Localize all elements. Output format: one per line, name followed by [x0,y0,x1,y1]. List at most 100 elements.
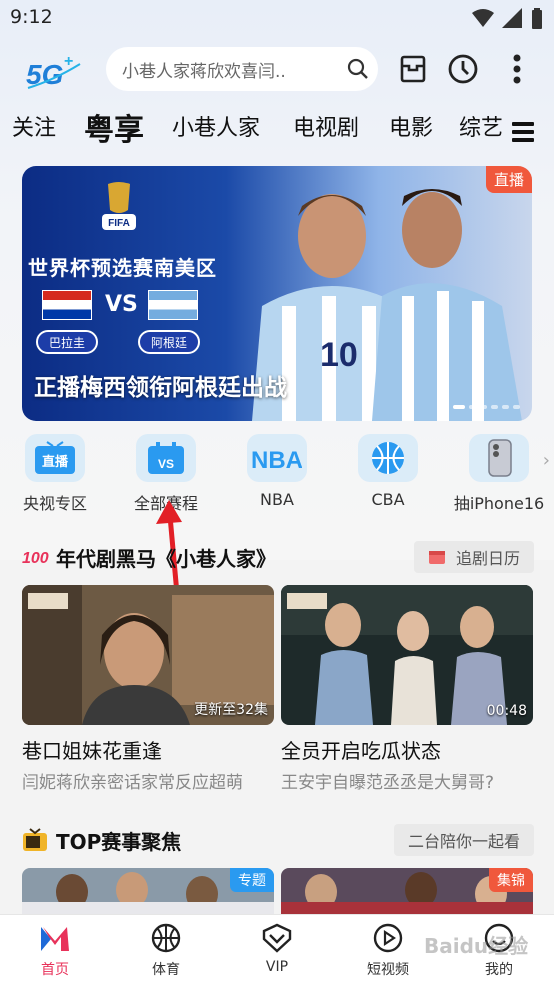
banner-caption: 正播梅西领衔阿根廷出战 [34,375,287,401]
nav-label: 短视频 [367,962,409,978]
section-drama-header: 100 年代剧黑马《小巷人家》 追剧日历 [22,541,534,575]
calendar-icon [428,551,445,564]
video-card[interactable]: 更新至32集 巷口姐妹花重逢 闫妮蒋欣亲密话家常反应超萌 [22,585,274,793]
sports-thumbnail: 专题 [22,868,274,914]
signal-icon [502,8,522,28]
more-vertical-icon[interactable] [500,52,534,86]
carousel-dot [480,405,487,409]
vs-label: VS [105,292,138,317]
chevron-right-icon[interactable]: › [543,450,550,471]
search-bar[interactable]: 小巷人家蒋欣欢喜闫.. [106,47,378,91]
sports-card[interactable]: 专题 [22,868,274,914]
section-sports-header: TOP赛事聚焦 二台陪你一起看 [22,824,534,858]
live-badge: 直播 [485,166,532,193]
svg-text:100: 100 [22,550,49,567]
hundred-points-icon: 100 [22,550,49,567]
history-clock-icon[interactable] [446,52,480,86]
svg-text:10: 10 [320,336,358,374]
tab-xiaoxiangrenjia[interactable]: 小巷人家 [172,110,260,142]
status-time: 9:12 [10,6,53,28]
wifi-icon [472,9,494,27]
nba-icon: NBA [247,434,307,482]
carousel-dot [453,405,465,409]
status-icons [472,8,544,30]
topic-tag: 专题 [230,868,274,892]
drama-calendar-button[interactable]: 追剧日历 [413,541,534,573]
event-title: 世界杯预选赛南美区 [28,256,217,280]
tv-live-icon: 直播 [25,434,85,482]
episode-count: 更新至32集 [194,702,268,718]
search-icon[interactable] [338,58,378,80]
header: 5G + 小巷人家蒋欣欢喜闫.. [0,42,554,96]
carousel-dot [491,405,498,409]
tab-yuexiang[interactable]: 粤享 [84,105,144,149]
tab-tv-series[interactable]: 电视剧 [293,110,359,142]
quick-entry-row: 直播 央视专区 VS 全部赛程 NBA NBA CBA 抽iPhone16 › [0,434,554,514]
nav-label: 首页 [41,962,69,978]
video-duration: 00:48 [486,703,527,719]
tab-menu-icon[interactable] [512,122,534,146]
section-title: 年代剧黑马《小巷人家》 [56,547,276,571]
carousel-dot [502,405,509,409]
team-a-pill: 巴拉圭 [36,330,98,354]
watch-together-button[interactable]: 二台陪你一起看 [393,824,534,856]
quick-entry-label: 抽iPhone16 [453,494,545,513]
carousel-indicator [453,405,520,409]
nav-sports[interactable]: 体育 [126,923,206,979]
sports-card[interactable]: 集锦 [281,868,533,914]
nav-label: 我的 [485,962,513,978]
section-title: TOP赛事聚焦 [56,830,182,854]
video-thumbnail: 更新至32集 [22,585,274,725]
video-thumbnail: 00:48 [281,585,533,725]
nav-short-video[interactable]: 短视频 [348,923,428,979]
flag-paraguay [42,290,92,320]
highlights-tag: 集锦 [489,868,533,892]
quick-entry-label: 央视专区 [22,494,87,513]
svg-text:FIFA: FIFA [108,218,130,229]
inbox-icon[interactable] [396,52,430,86]
svg-text:VS: VS [158,457,174,471]
tab-variety[interactable]: 综艺 [459,110,503,142]
nav-home[interactable]: 首页 [15,923,95,979]
quick-entry-label: CBA [371,490,405,509]
watch-together-label: 二台陪你一起看 [407,832,520,851]
video-subtitle: 王安宇自曝范丞丞是大舅哥? [281,773,495,793]
vip-diamond-icon [262,923,292,953]
status-bar: 9:12 [0,0,554,38]
nav-label: 体育 [152,962,180,978]
sports-thumbnail: 集锦 [281,868,533,914]
battery-icon [532,8,542,29]
home-logo-icon [41,927,69,951]
video-card[interactable]: 00:48 全员开启吃瓜状态 王安宇自曝范丞丞是大舅哥? [281,585,533,793]
quick-entry-cctv[interactable]: 直播 央视专区 [5,434,105,514]
video-title: 全员开启吃瓜状态 [281,739,441,763]
svg-text:+: + [64,53,73,70]
carousel-dot [513,405,520,409]
iphone-icon [469,434,529,482]
basketball-icon [358,434,418,482]
video-subtitle: 闫妮蒋欣亲密话家常反应超萌 [22,773,243,793]
calendar-vs-icon: VS [136,434,196,482]
tv-icon [23,828,47,851]
svg-text:5G: 5G [26,59,63,90]
svg-text:直播: 直播 [42,454,69,470]
svg-text:NBA: NBA [252,447,302,474]
quick-entry-label: NBA [260,490,294,509]
quick-entry-cba[interactable]: CBA [338,434,438,509]
tab-follow[interactable]: 关注 [12,110,56,142]
hero-banner[interactable]: FIFA 世界杯预选赛南美区 VS 巴拉圭 阿根廷 10 直播 正播梅西领衔阿根… [22,166,532,421]
search-input[interactable]: 小巷人家蒋欣欢喜闫.. [122,57,338,82]
quick-entry-nba[interactable]: NBA NBA [227,434,327,509]
watermark: Baidu经验 [424,934,529,958]
carousel-dot [469,405,476,409]
nav-vip[interactable]: VIP [237,923,317,975]
drama-calendar-label: 追剧日历 [455,549,520,568]
world-cup-logo: FIFA [102,182,136,230]
play-circle-icon [373,923,403,953]
5g-logo[interactable]: 5G + [24,50,82,90]
basketball-icon [151,923,181,953]
quick-entry-iphone[interactable]: 抽iPhone16 [449,434,549,514]
tab-movies[interactable]: 电影 [389,110,433,142]
channel-tabs: 关注 粤享 小巷人家 电视剧 电影 综艺 [0,110,554,154]
nav-label: VIP [265,959,289,975]
